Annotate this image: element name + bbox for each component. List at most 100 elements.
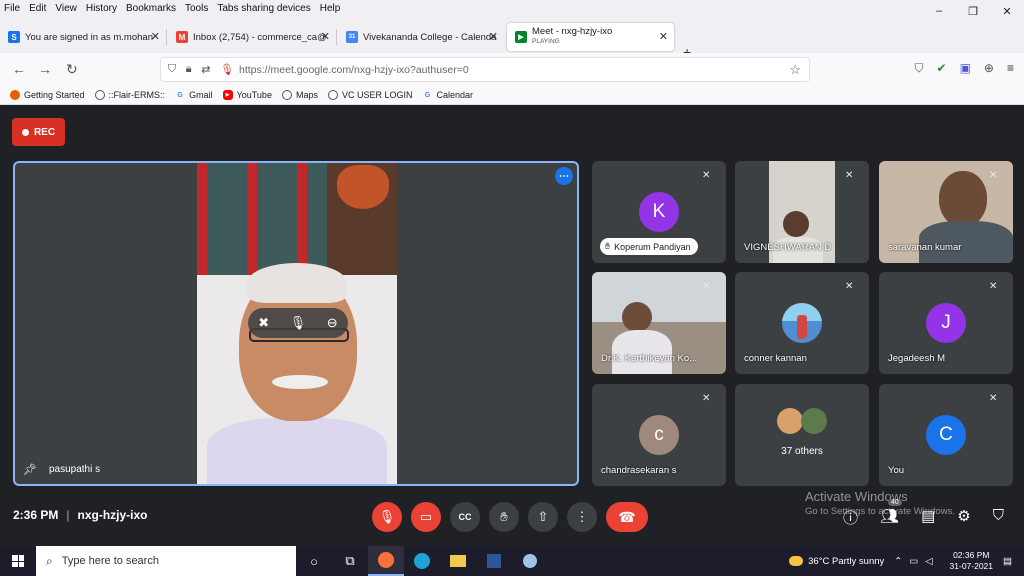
close-icon[interactable]: ✕ [659, 30, 668, 43]
bookmark-label: VC USER LOGIN [341, 90, 413, 100]
bookmark-star-icon[interactable]: ☆ [789, 62, 801, 78]
close-icon[interactable]: ✕ [321, 30, 330, 43]
menu-tabs-sharing[interactable]: Tabs sharing devices [217, 3, 310, 14]
mic-off-icon: ✕ [845, 281, 854, 292]
meeting-code: nxg-hzjy-ixo [77, 508, 148, 522]
more-options-button[interactable]: ⋮ [567, 502, 597, 532]
weather-icon [789, 556, 804, 566]
speaker-name: pasupathi s [48, 464, 101, 475]
tab-signed-in[interactable]: S You are signed in as m.mohan ✕ [0, 23, 167, 51]
network-icon[interactable]: ▭ [909, 556, 918, 567]
close-icon[interactable]: ✕ [489, 30, 498, 43]
start-button[interactable] [0, 546, 36, 576]
participant-tile-others[interactable]: 37 others [735, 384, 869, 486]
unpin-icon[interactable]: ✖ [258, 315, 269, 331]
microphone-toggle-button[interactable]: 🎙︎ [372, 502, 402, 532]
main-speaker-tile[interactable]: ✖ 🎙︎ ⊖ ⋯ 📌︎ pasupathi s [13, 161, 579, 486]
task-view-icon[interactable]: ⧉ [332, 546, 368, 576]
menu-file[interactable]: File [4, 3, 20, 14]
participant-tile-you[interactable]: ✕ C You [879, 384, 1013, 486]
participant-tile-chandrasekaran[interactable]: ✕ c chandrasekaran s [592, 384, 726, 486]
url-bar[interactable]: ⛉ 🔒︎ ⇄ 🎙︎ https://meet.google.com/nxg-hz… [160, 57, 810, 82]
menu-help[interactable]: Help [320, 3, 341, 14]
edge-taskbar-icon[interactable] [404, 546, 440, 576]
watermark-title: Activate Windows [805, 489, 908, 504]
menu-edit[interactable]: Edit [29, 3, 46, 14]
participant-tile-koperum[interactable]: ✕ K ✋︎ Koperum Pandiyan [592, 161, 726, 263]
mic-off-icon: ✕ [702, 281, 711, 292]
captions-icon: CC [458, 512, 472, 522]
cortana-icon[interactable]: ○ [296, 546, 332, 576]
paint-taskbar-icon[interactable] [512, 546, 548, 576]
firefox-taskbar-icon[interactable] [368, 546, 404, 576]
clock-date: 31-07-2021 [949, 561, 994, 571]
tab-title: You are signed in as m.mohan [25, 31, 153, 43]
bookmarks-bar: Getting Started ::Flair-ERMS:: G Gmail ▶… [0, 86, 1024, 105]
checkmark-icon[interactable]: ✔ [937, 61, 947, 76]
notifications-icon[interactable]: ▤ [1003, 556, 1012, 567]
tab-inbox[interactable]: M Inbox (2,754) - commerce_ca@ ✕ [168, 23, 337, 51]
taskbar-clock[interactable]: 02:36 PM 31-07-2021 [950, 550, 993, 572]
close-icon[interactable]: ✕ [151, 30, 160, 43]
microphone-icon[interactable]: 🎙︎ [220, 63, 234, 76]
taskbar-search[interactable]: ⌕ Type here to search [36, 546, 296, 576]
remove-icon[interactable]: ⊖ [327, 315, 338, 331]
meeting-info: 2:36 PM | nxg-hzjy-ixo [13, 508, 148, 522]
participant-tile-saravanan[interactable]: ✕ saravanan kumar [879, 161, 1013, 263]
leave-call-button[interactable]: ☎ [606, 502, 648, 532]
participant-tile-vigneshwaran[interactable]: ✕ VIGNESHWARAN D [735, 161, 869, 263]
reload-icon[interactable]: ↻ [66, 61, 78, 78]
raise-hand-button[interactable]: ✋︎ [489, 502, 519, 532]
people-icon[interactable]: 👥︎ [880, 507, 899, 528]
permissions-icon[interactable]: ⇄ [201, 63, 210, 76]
camera-toggle-button[interactable]: ▭ [411, 502, 441, 532]
word-taskbar-icon[interactable] [476, 546, 512, 576]
menu-bookmarks[interactable]: Bookmarks [126, 3, 176, 14]
bookmark-youtube[interactable]: ▶ YouTube [222, 90, 272, 100]
menu-history[interactable]: History [86, 3, 117, 14]
host-controls-icon[interactable]: ⛉ [993, 507, 1004, 528]
tab-meet[interactable]: ▶ Meet - nxg-hzjy-ixo PLAYING ✕ [507, 23, 674, 51]
bookmark-flair-erms[interactable]: ::Flair-ERMS:: [94, 90, 165, 100]
participant-tile-jegadeesh[interactable]: ✕ J Jegadeesh M [879, 272, 1013, 374]
gmail-icon: M [176, 31, 188, 43]
bookmark-getting-started[interactable]: Getting Started [10, 90, 85, 100]
tab-calendar[interactable]: 31 Vivekananda College - Calenda ✕ [338, 23, 504, 51]
menu-view[interactable]: View [55, 3, 77, 14]
hand-icon: ✋︎ [500, 509, 508, 524]
pocket-icon[interactable]: ⛉ [915, 61, 924, 76]
bookmark-calendar[interactable]: G Calendar [422, 90, 473, 100]
present-button[interactable]: ⇧ [528, 502, 558, 532]
captions-button[interactable]: CC [450, 502, 480, 532]
windows-taskbar: ⌕ Type here to search ○ ⧉ 36°C Partly su… [0, 546, 1024, 576]
forward-icon[interactable]: → [38, 61, 52, 77]
bookmark-vc-user-login[interactable]: VC USER LOGIN [327, 90, 413, 100]
google-icon: G [177, 91, 183, 99]
chevron-up-icon[interactable]: ⌃ [894, 556, 902, 567]
bookmark-maps[interactable]: Maps [281, 90, 318, 100]
microphone-icon[interactable]: 🎙︎ [290, 315, 307, 331]
info-icon[interactable]: ⓘ [843, 507, 858, 528]
menu-bar: File Edit View History Bookmarks Tools T… [0, 0, 1024, 17]
activities-icon[interactable]: ⚙ [957, 507, 970, 528]
menu-tools[interactable]: Tools [185, 3, 208, 14]
lock-icon[interactable]: 🔒︎ [186, 63, 192, 76]
avatar: J [926, 303, 966, 343]
weather-widget[interactable]: 36°C Partly sunny [789, 556, 884, 567]
menu-icon[interactable]: ≡ [1007, 61, 1014, 76]
avatar-photo [782, 303, 822, 343]
back-icon[interactable]: ← [12, 61, 26, 77]
bookmark-gmail[interactable]: G Gmail [175, 90, 212, 100]
participant-tile-conner[interactable]: ✕ conner kannan [735, 272, 869, 374]
shield-icon[interactable]: ⛉ [168, 63, 176, 76]
volume-icon[interactable]: ◁ [925, 556, 932, 567]
clock-time: 02:36 PM [953, 550, 990, 560]
more-options-icon[interactable]: ⋯ [555, 167, 573, 185]
file-explorer-icon[interactable] [440, 546, 476, 576]
globe-icon[interactable]: ⊕ [984, 61, 994, 76]
chat-icon[interactable]: ▤ [921, 507, 935, 528]
participant-tile-karthikeyan[interactable]: ✕ Dr.K. Karthikeyan Ko... [592, 272, 726, 374]
avatar: C [926, 415, 966, 455]
extension-icon[interactable]: ▣ [960, 61, 971, 76]
url-text[interactable]: https://meet.google.com/nxg-hzjy-ixo?aut… [239, 64, 469, 76]
